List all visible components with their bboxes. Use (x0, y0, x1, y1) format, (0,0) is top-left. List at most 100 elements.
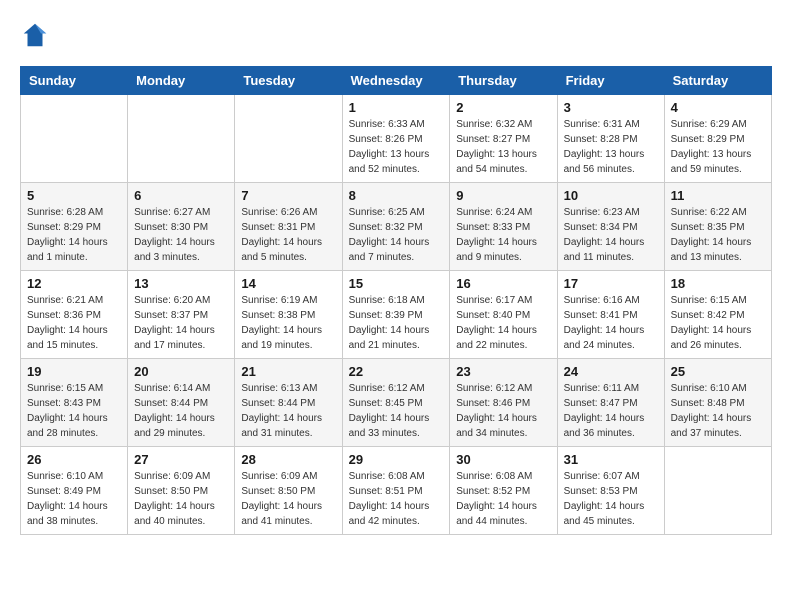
day-number: 30 (456, 452, 550, 467)
day-number: 3 (564, 100, 658, 115)
calendar-cell: 10Sunrise: 6:23 AM Sunset: 8:34 PM Dayli… (557, 183, 664, 271)
day-number: 1 (349, 100, 444, 115)
calendar-cell: 15 Sunrise: 6:18 AM Sunset: 8:39 PM Dayli… (342, 271, 450, 359)
calendar-week-row: 19Sunrise: 6:15 AM Sunset: 8:43 PM Dayli… (21, 359, 772, 447)
page-header (20, 20, 772, 50)
weekday-header-monday: Monday (128, 67, 235, 95)
calendar-cell: 31 Sunrise: 6:07 AM Sunset: 8:53 PM Dayli… (557, 447, 664, 535)
calendar-cell: 19Sunrise: 6:15 AM Sunset: 8:43 PM Dayli… (21, 359, 128, 447)
calendar-cell: 21 Sunrise: 6:13 AM Sunset: 8:44 PM Dayli… (235, 359, 342, 447)
calendar-cell (235, 95, 342, 183)
day-info: Sunrise: 6:28 AM Sunset: 8:29 PM Dayligh… (27, 205, 121, 265)
day-number: 18 (671, 276, 765, 291)
calendar-cell (21, 95, 128, 183)
day-info: Sunrise: 6:32 AM Sunset: 8:27 PM Dayligh… (456, 117, 550, 177)
day-number: 27 (134, 452, 228, 467)
day-info: Sunrise: 6:12 AM Sunset: 8:46 PM Dayligh… (456, 381, 550, 441)
day-info: Sunrise: 6:31 AM Sunset: 8:28 PM Dayligh… (564, 117, 658, 177)
day-number: 11 (671, 188, 765, 203)
day-number: 28 (241, 452, 335, 467)
day-number: 13 (134, 276, 228, 291)
day-info: Sunrise: 6:14 AM Sunset: 8:44 PM Dayligh… (134, 381, 228, 441)
calendar-cell: 1 Sunrise: 6:33 AM Sunset: 8:26 PM Daylig… (342, 95, 450, 183)
calendar-cell: 11 Sunrise: 6:22 AM Sunset: 8:35 PM Dayli… (664, 183, 771, 271)
day-number: 16 (456, 276, 550, 291)
calendar-cell: 2 Sunrise: 6:32 AM Sunset: 8:27 PM Daylig… (450, 95, 557, 183)
calendar-week-row: 5 Sunrise: 6:28 AM Sunset: 8:29 PM Daylig… (21, 183, 772, 271)
logo-icon (20, 20, 50, 50)
day-info: Sunrise: 6:12 AM Sunset: 8:45 PM Dayligh… (349, 381, 444, 441)
day-info: Sunrise: 6:08 AM Sunset: 8:52 PM Dayligh… (456, 469, 550, 529)
day-number: 15 (349, 276, 444, 291)
day-info: Sunrise: 6:25 AM Sunset: 8:32 PM Dayligh… (349, 205, 444, 265)
weekday-header-wednesday: Wednesday (342, 67, 450, 95)
calendar-cell (664, 447, 771, 535)
day-info: Sunrise: 6:15 AM Sunset: 8:42 PM Dayligh… (671, 293, 765, 353)
calendar-cell: 8Sunrise: 6:25 AM Sunset: 8:32 PM Daylig… (342, 183, 450, 271)
day-number: 14 (241, 276, 335, 291)
calendar-cell: 17Sunrise: 6:16 AM Sunset: 8:41 PM Dayli… (557, 271, 664, 359)
calendar-cell: 4 Sunrise: 6:29 AM Sunset: 8:29 PM Daylig… (664, 95, 771, 183)
calendar-cell (128, 95, 235, 183)
day-info: Sunrise: 6:24 AM Sunset: 8:33 PM Dayligh… (456, 205, 550, 265)
calendar-week-row: 1 Sunrise: 6:33 AM Sunset: 8:26 PM Daylig… (21, 95, 772, 183)
day-info: Sunrise: 6:29 AM Sunset: 8:29 PM Dayligh… (671, 117, 765, 177)
calendar-cell: 7Sunrise: 6:26 AM Sunset: 8:31 PM Daylig… (235, 183, 342, 271)
day-number: 4 (671, 100, 765, 115)
day-info: Sunrise: 6:11 AM Sunset: 8:47 PM Dayligh… (564, 381, 658, 441)
day-number: 31 (564, 452, 658, 467)
day-number: 2 (456, 100, 550, 115)
logo (20, 20, 54, 50)
day-info: Sunrise: 6:33 AM Sunset: 8:26 PM Dayligh… (349, 117, 444, 177)
weekday-header-tuesday: Tuesday (235, 67, 342, 95)
day-info: Sunrise: 6:15 AM Sunset: 8:43 PM Dayligh… (27, 381, 121, 441)
day-number: 7 (241, 188, 335, 203)
day-info: Sunrise: 6:21 AM Sunset: 8:36 PM Dayligh… (27, 293, 121, 353)
day-info: Sunrise: 6:10 AM Sunset: 8:48 PM Dayligh… (671, 381, 765, 441)
calendar-cell: 26Sunrise: 6:10 AM Sunset: 8:49 PM Dayli… (21, 447, 128, 535)
calendar-cell: 27Sunrise: 6:09 AM Sunset: 8:50 PM Dayli… (128, 447, 235, 535)
day-number: 5 (27, 188, 121, 203)
calendar-cell: 25Sunrise: 6:10 AM Sunset: 8:48 PM Dayli… (664, 359, 771, 447)
calendar-cell: 16 Sunrise: 6:17 AM Sunset: 8:40 PM Dayli… (450, 271, 557, 359)
day-info: Sunrise: 6:22 AM Sunset: 8:35 PM Dayligh… (671, 205, 765, 265)
day-info: Sunrise: 6:20 AM Sunset: 8:37 PM Dayligh… (134, 293, 228, 353)
day-info: Sunrise: 6:18 AM Sunset: 8:39 PM Dayligh… (349, 293, 444, 353)
day-number: 20 (134, 364, 228, 379)
day-number: 12 (27, 276, 121, 291)
calendar-cell: 23Sunrise: 6:12 AM Sunset: 8:46 PM Dayli… (450, 359, 557, 447)
day-info: Sunrise: 6:16 AM Sunset: 8:41 PM Dayligh… (564, 293, 658, 353)
day-info: Sunrise: 6:17 AM Sunset: 8:40 PM Dayligh… (456, 293, 550, 353)
day-info: Sunrise: 6:08 AM Sunset: 8:51 PM Dayligh… (349, 469, 444, 529)
day-number: 24 (564, 364, 658, 379)
day-info: Sunrise: 6:07 AM Sunset: 8:53 PM Dayligh… (564, 469, 658, 529)
weekday-header-sunday: Sunday (21, 67, 128, 95)
weekday-header-row: SundayMondayTuesdayWednesdayThursdayFrid… (21, 67, 772, 95)
day-info: Sunrise: 6:27 AM Sunset: 8:30 PM Dayligh… (134, 205, 228, 265)
calendar-week-row: 12 Sunrise: 6:21 AM Sunset: 8:36 PM Dayli… (21, 271, 772, 359)
day-number: 10 (564, 188, 658, 203)
day-info: Sunrise: 6:19 AM Sunset: 8:38 PM Dayligh… (241, 293, 335, 353)
day-number: 21 (241, 364, 335, 379)
calendar-cell: 30 Sunrise: 6:08 AM Sunset: 8:52 PM Dayli… (450, 447, 557, 535)
calendar-cell: 28Sunrise: 6:09 AM Sunset: 8:50 PM Dayli… (235, 447, 342, 535)
day-info: Sunrise: 6:10 AM Sunset: 8:49 PM Dayligh… (27, 469, 121, 529)
calendar-cell: 24 Sunrise: 6:11 AM Sunset: 8:47 PM Dayli… (557, 359, 664, 447)
calendar-cell: 5 Sunrise: 6:28 AM Sunset: 8:29 PM Daylig… (21, 183, 128, 271)
weekday-header-saturday: Saturday (664, 67, 771, 95)
calendar-cell: 22 Sunrise: 6:12 AM Sunset: 8:45 PM Dayli… (342, 359, 450, 447)
calendar-week-row: 26Sunrise: 6:10 AM Sunset: 8:49 PM Dayli… (21, 447, 772, 535)
weekday-header-friday: Friday (557, 67, 664, 95)
calendar-table: SundayMondayTuesdayWednesdayThursdayFrid… (20, 66, 772, 535)
calendar-cell: 9 Sunrise: 6:24 AM Sunset: 8:33 PM Daylig… (450, 183, 557, 271)
calendar-cell: 13 Sunrise: 6:20 AM Sunset: 8:37 PM Dayli… (128, 271, 235, 359)
calendar-cell: 3 Sunrise: 6:31 AM Sunset: 8:28 PM Daylig… (557, 95, 664, 183)
day-number: 9 (456, 188, 550, 203)
day-number: 29 (349, 452, 444, 467)
calendar-cell: 20 Sunrise: 6:14 AM Sunset: 8:44 PM Dayli… (128, 359, 235, 447)
calendar-cell: 12 Sunrise: 6:21 AM Sunset: 8:36 PM Dayli… (21, 271, 128, 359)
calendar-cell: 6Sunrise: 6:27 AM Sunset: 8:30 PM Daylig… (128, 183, 235, 271)
day-info: Sunrise: 6:13 AM Sunset: 8:44 PM Dayligh… (241, 381, 335, 441)
calendar-cell: 18 Sunrise: 6:15 AM Sunset: 8:42 PM Dayli… (664, 271, 771, 359)
day-number: 22 (349, 364, 444, 379)
